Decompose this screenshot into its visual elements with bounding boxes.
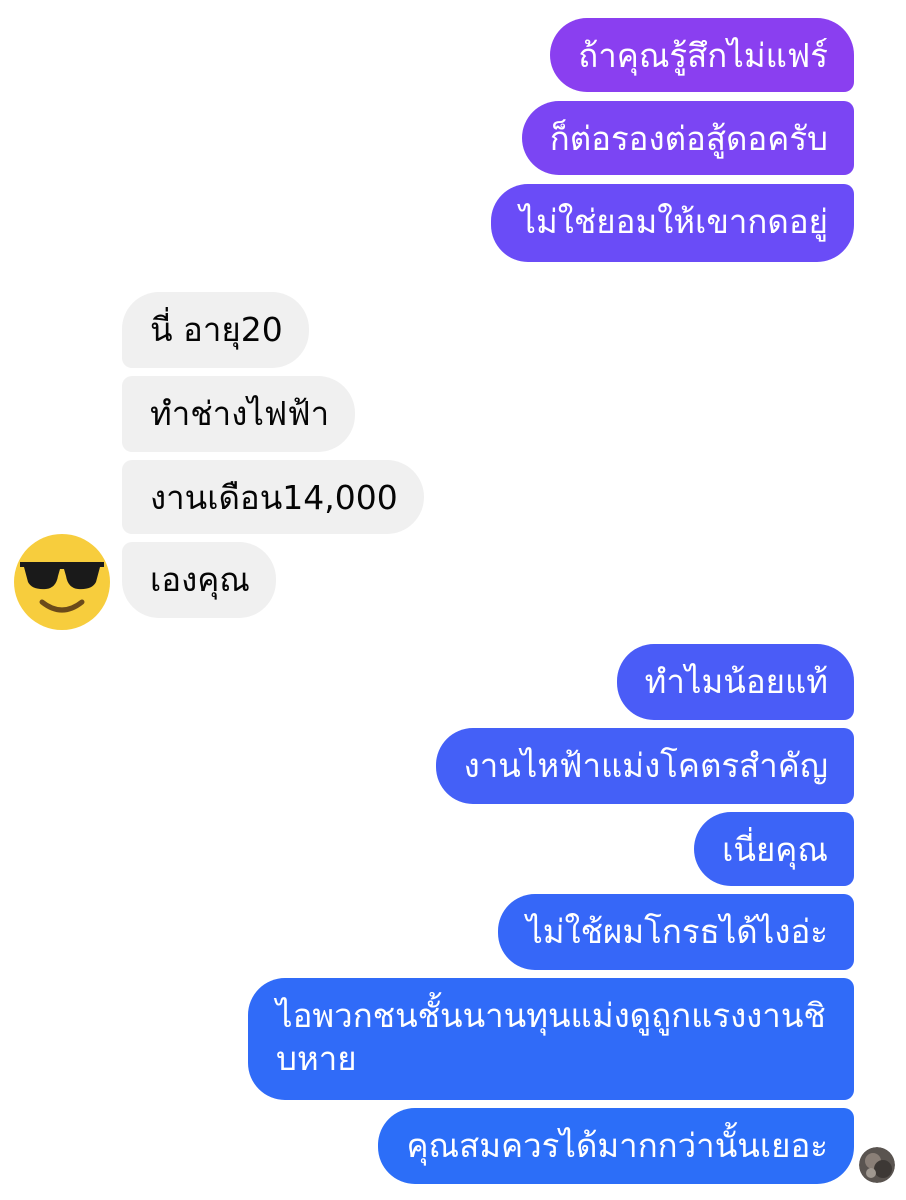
- received-message[interactable]: งานเดือน14,000: [122, 460, 424, 534]
- sent-message[interactable]: ไม่ใช้ผมโกรธได้ไงอ่ะ: [498, 894, 854, 970]
- received-message[interactable]: ทำช่างไฟฟ้า: [122, 376, 356, 452]
- read-receipt-avatar: [859, 1147, 895, 1183]
- sent-message[interactable]: งานไหฟ้าแม่งโคตรสำคัญ: [435, 728, 854, 804]
- sent-message[interactable]: ถ้าคุณรู้สึกไม่แฟร์: [550, 18, 854, 92]
- received-message[interactable]: เองคุณ: [122, 542, 276, 618]
- sent-message[interactable]: เนี่ยคุณ: [694, 812, 854, 886]
- sent-message[interactable]: ทำไมน้อยแท้: [616, 644, 854, 720]
- received-message[interactable]: นี่ อายุ20: [122, 292, 309, 368]
- sent-message[interactable]: คุณสมควรได้มากกว่านั้นเยอะ: [378, 1108, 854, 1184]
- sent-message[interactable]: ไม่ใช่ยอมให้เขากดอยู่: [491, 184, 854, 262]
- sent-message[interactable]: ไอพวกชนชั้นนานทุนแม่งดูถูกแรงงานชิบหาย: [248, 978, 854, 1100]
- sent-message[interactable]: ก็ต่อรองต่อสู้ดอครับ: [521, 101, 854, 175]
- sunglasses-emoji-icon: [14, 534, 110, 630]
